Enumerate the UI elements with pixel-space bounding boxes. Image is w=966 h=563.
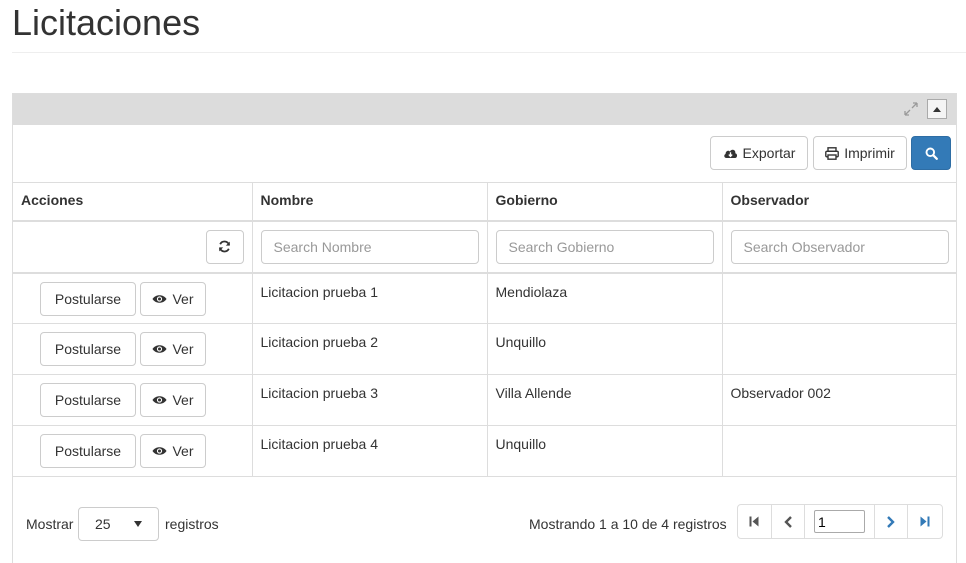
- filter-acciones-cell: [13, 220, 253, 273]
- ver-button[interactable]: Ver: [140, 383, 206, 417]
- cell-nombre: Licitacion prueba 2: [251, 323, 488, 375]
- chevron-left-icon: [783, 515, 792, 528]
- export-button[interactable]: Exportar: [710, 136, 808, 170]
- cell-nombre: Licitacion prueba 1: [251, 272, 488, 324]
- records-label: registros: [165, 516, 219, 532]
- header-acciones[interactable]: Acciones: [13, 182, 253, 222]
- table-row: Postularse Ver Licitacion prueba 1 Mendi…: [13, 272, 957, 324]
- refresh-button[interactable]: [205, 229, 244, 264]
- refresh-icon: [219, 240, 230, 253]
- cell-nombre: Licitacion prueba 3: [251, 374, 488, 426]
- table-footer: Mostrar 25 registros Mostrando 1 a 10 de…: [12, 476, 957, 553]
- ver-label: Ver: [172, 341, 194, 357]
- postularse-button[interactable]: Postularse: [40, 434, 136, 468]
- cell-gobierno: Mendiolaza: [486, 272, 723, 324]
- print-button[interactable]: Imprimir: [813, 136, 907, 170]
- page-length-value: 25: [95, 516, 111, 532]
- filter-gobierno-cell: [486, 220, 723, 273]
- cell-observador: Observador 002: [721, 374, 957, 426]
- prev-page-button[interactable]: [772, 505, 806, 538]
- eye-icon: [152, 294, 167, 303]
- actions-cell: Postularse Ver: [13, 323, 253, 375]
- table-row: Postularse Ver Licitacion prueba 4 Unqui…: [13, 425, 957, 477]
- chevron-right-icon: [887, 515, 896, 528]
- ver-label: Ver: [172, 290, 194, 307]
- actions-cell: Postularse Ver: [13, 425, 253, 477]
- page-input-wrap: [805, 505, 875, 538]
- cell-observador: [721, 272, 957, 324]
- search-observador-input[interactable]: [730, 229, 949, 264]
- search-button[interactable]: [911, 136, 951, 170]
- print-icon: [825, 146, 840, 160]
- caret-up-icon: [933, 107, 941, 112]
- caret-down-icon: [134, 521, 142, 527]
- filter-nombre-cell: [251, 220, 488, 273]
- actions-cell: Postularse Ver: [13, 272, 253, 324]
- ver-button[interactable]: Ver: [140, 434, 206, 468]
- ver-label: Ver: [172, 392, 194, 408]
- panel-heading: [13, 94, 956, 125]
- ver-label: Ver: [172, 443, 194, 459]
- filter-row: [13, 220, 957, 273]
- expand-icon[interactable]: [904, 102, 918, 116]
- first-page-icon: [749, 516, 759, 527]
- print-label: Imprimir: [844, 145, 895, 161]
- first-page-button[interactable]: [738, 505, 772, 538]
- header-observador[interactable]: Observador: [721, 182, 957, 222]
- header-row: Acciones Nombre Gobierno Observador: [13, 182, 957, 222]
- eye-icon: [152, 447, 167, 455]
- postularse-button[interactable]: Postularse: [40, 281, 136, 316]
- header-nombre[interactable]: Nombre: [251, 182, 488, 222]
- cell-gobierno: Unquillo: [486, 425, 723, 477]
- search-gobierno-input[interactable]: [495, 229, 714, 264]
- table-row: Postularse Ver Licitacion prueba 2 Unqui…: [13, 323, 957, 375]
- cell-gobierno: Unquillo: [486, 323, 723, 375]
- search-icon: [925, 147, 938, 160]
- cell-observador: [721, 425, 957, 477]
- header-gobierno[interactable]: Gobierno: [486, 182, 723, 222]
- eye-icon: [152, 345, 167, 353]
- ver-button[interactable]: Ver: [140, 281, 206, 316]
- actions-cell: Postularse Ver: [13, 374, 253, 426]
- page-length-select[interactable]: 25: [78, 507, 159, 541]
- page-number-input[interactable]: [814, 510, 865, 533]
- last-page-icon: [920, 516, 930, 527]
- pagination: [737, 504, 943, 539]
- search-nombre-input[interactable]: [260, 229, 479, 264]
- export-label: Exportar: [742, 145, 796, 161]
- licitaciones-table: Acciones Nombre Gobierno Observador Sear…: [13, 182, 957, 477]
- last-page-button[interactable]: [908, 505, 942, 538]
- title-divider: [12, 52, 966, 53]
- collapse-button[interactable]: [927, 99, 947, 119]
- next-page-button[interactable]: [875, 505, 909, 538]
- cell-nombre: Licitacion prueba 4: [251, 425, 488, 477]
- ver-button[interactable]: Ver: [140, 332, 206, 366]
- postularse-button[interactable]: Postularse: [40, 332, 136, 366]
- cell-observador: [721, 323, 957, 375]
- table-toolbar: Exportar Imprimir: [13, 125, 956, 182]
- cloud-download-icon: [723, 149, 737, 158]
- postularse-button[interactable]: Postularse: [40, 383, 136, 417]
- show-label: Mostrar: [26, 516, 74, 532]
- page-title: Licitaciones: [12, 2, 201, 43]
- eye-icon: [152, 396, 167, 404]
- table-row: Postularse Ver Licitacion prueba 3 Villa…: [13, 374, 957, 426]
- filter-observador-cell: [721, 220, 957, 273]
- table-info: Mostrando 1 a 10 de 4 registros: [529, 516, 727, 532]
- cell-gobierno: Villa Allende: [486, 374, 723, 426]
